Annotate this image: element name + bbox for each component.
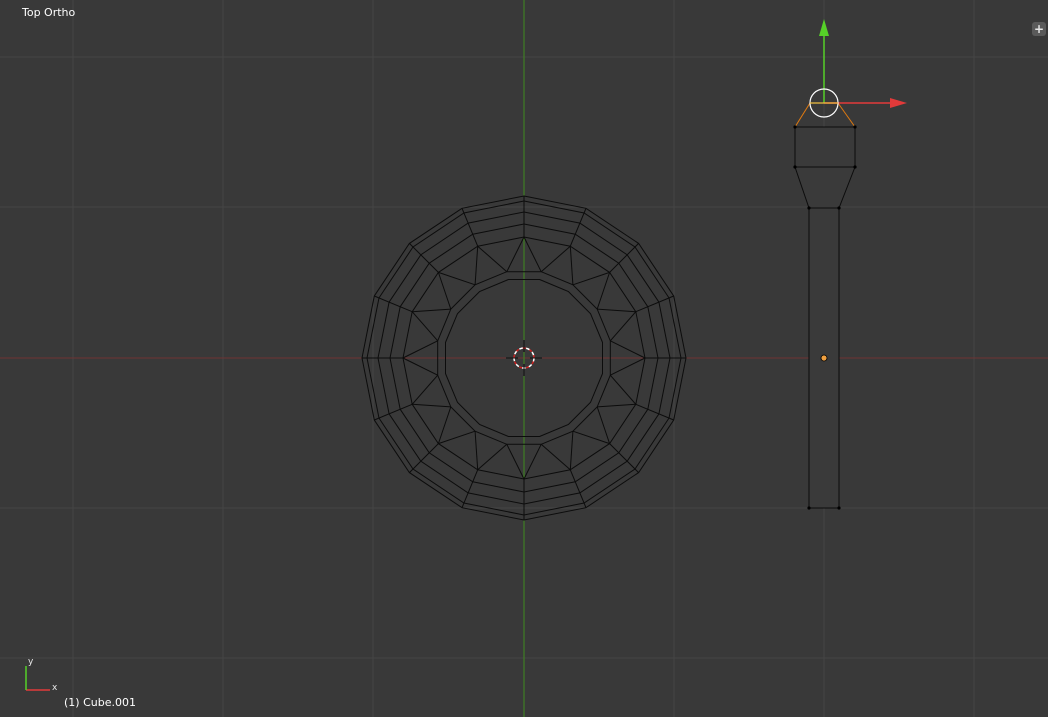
y-axis-arrow-icon[interactable] [819, 19, 829, 36]
wheel-inner-edge [437, 406, 452, 444]
wheel-radial-edge [635, 295, 674, 313]
axis-orientation-widget: x y [25, 657, 58, 693]
wheel-inner-edge [412, 308, 451, 313]
x-axis-arrow-icon[interactable] [890, 98, 907, 108]
wheel-radial-edge [609, 443, 639, 473]
wheel-inner-edge [609, 311, 637, 342]
wheel-inner-edge [411, 311, 439, 342]
active-object-label: (1) Cube.001 [64, 696, 136, 709]
wheel-inner-edge [523, 236, 542, 272]
wheel-inner-edge [610, 340, 646, 359]
selected-object-cube-001[interactable] [793, 102, 857, 510]
viewport-scene[interactable]: x y [0, 0, 1048, 717]
wheel-radial-edge [569, 208, 587, 247]
wheel-inner-edge [411, 374, 439, 405]
wheel-inner-edge [540, 245, 571, 273]
wheel-inner-edge [438, 430, 476, 445]
wheel-radial-edge [374, 403, 413, 421]
view-name-label: Top Ortho [22, 6, 76, 19]
wheel-inner-edge [569, 431, 574, 470]
wheel-inner-edge [597, 403, 636, 408]
wheel-radial-edge [374, 295, 413, 313]
wheel-inner-edge [477, 245, 508, 273]
wheel-radial-edge [609, 243, 639, 273]
axis-label-y: y [28, 657, 34, 667]
wheel-inner-edge [596, 272, 611, 310]
wheel-inner-edge [523, 444, 542, 480]
wheel-radial-edge [635, 403, 674, 421]
wheel-radial-edge [409, 243, 439, 273]
wheel-inner-edge [402, 357, 438, 376]
3d-viewport[interactable]: x y Top Ortho (1) Cube.001 + [0, 0, 1048, 717]
wheel-inner-edge [437, 272, 452, 310]
object-origin-dot [820, 354, 828, 362]
wheel-radial-edge [461, 469, 479, 508]
wheel-inner-edge [402, 340, 438, 359]
wheel-inner-edge [596, 406, 611, 444]
wheel-inner-edge [506, 236, 525, 272]
wheel-inner-edge [477, 443, 508, 471]
transform-manipulator[interactable] [809, 19, 907, 118]
wheel-inner-edge [474, 431, 479, 470]
wheel-inner-edge [572, 271, 610, 286]
axis-label-x: x [52, 683, 58, 693]
wheel-radial-edge [569, 469, 587, 508]
wheel-inner-edge [412, 403, 451, 408]
wheel-inner-edge [572, 430, 610, 445]
wheel-inner-edge [438, 271, 476, 286]
wheel-radial-edge [409, 443, 439, 473]
plus-icon[interactable]: + [1032, 22, 1046, 36]
wheel-inner-edge [569, 246, 574, 285]
wheel-inner-edge [474, 246, 479, 285]
wheel-radial-edge [461, 208, 479, 247]
wheel-inner-edge [609, 374, 637, 405]
wheel-inner-edge [597, 308, 636, 313]
wheel-inner-edge [610, 357, 646, 376]
wheel-inner-edge [540, 443, 571, 471]
wheel-inner-edge [506, 444, 525, 480]
